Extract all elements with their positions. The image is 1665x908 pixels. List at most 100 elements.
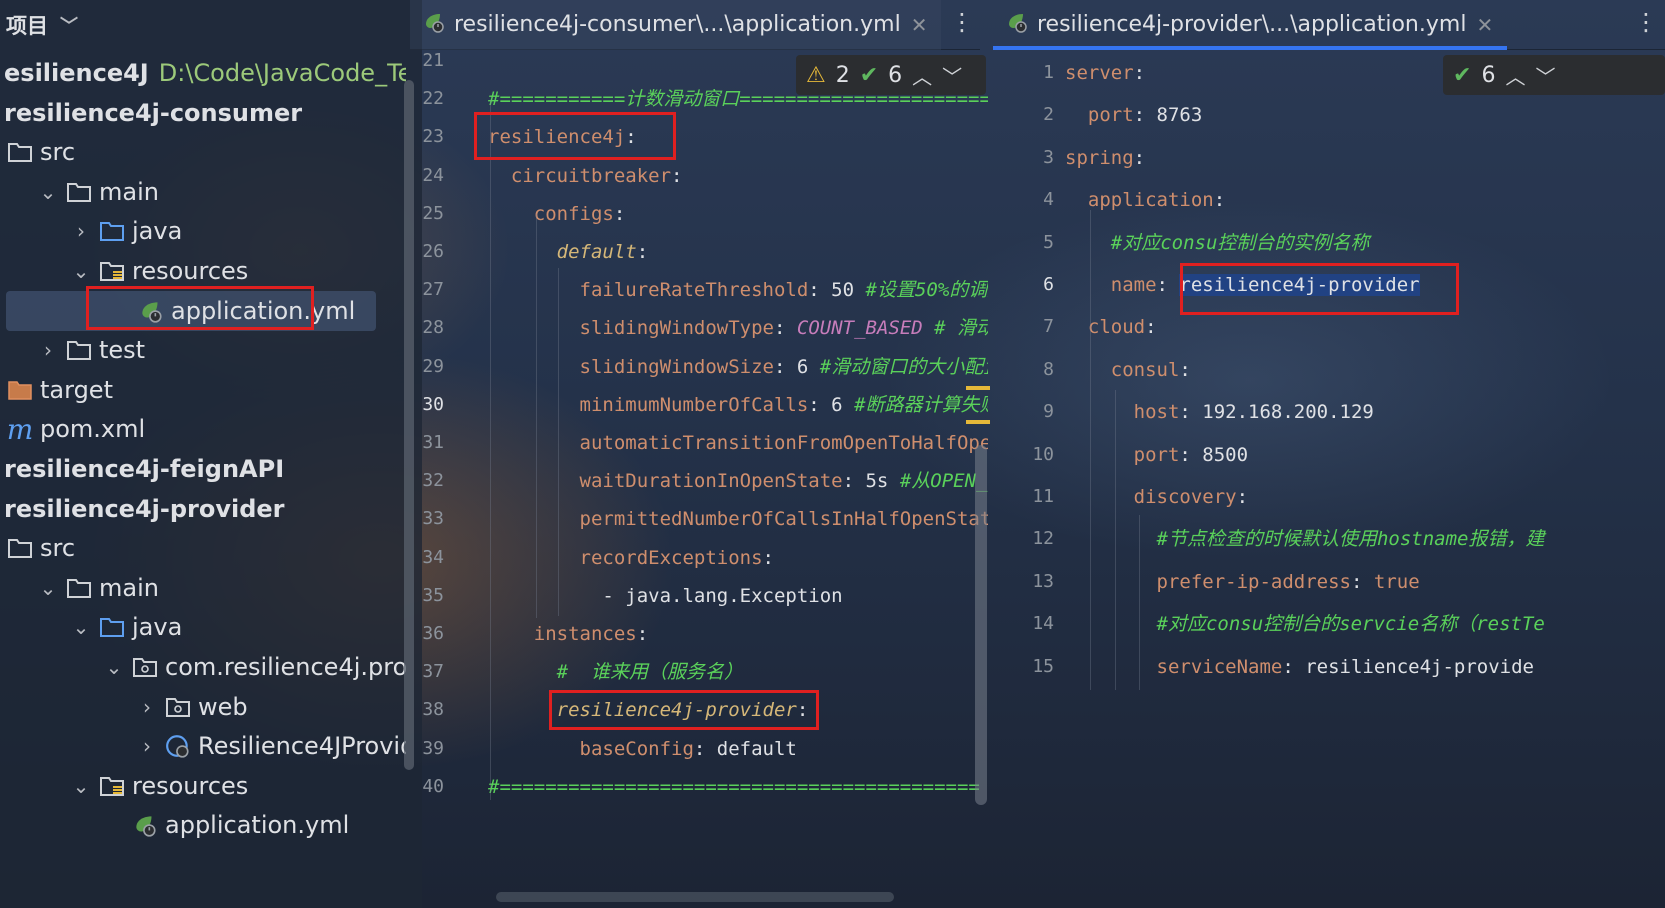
annotation-box-app-name <box>1180 263 1459 315</box>
tree-item[interactable]: › test <box>0 330 406 370</box>
code-line[interactable]: spring: <box>1065 139 1145 177</box>
code-token: : <box>636 623 649 645</box>
line-number: 23 <box>422 126 444 148</box>
tree-item[interactable]: ⌄ resources <box>0 766 406 806</box>
code-token: port <box>1065 443 1180 466</box>
code-line[interactable]: slidingWindowSize: 6 #滑动窗口的大小配置 <box>488 348 989 386</box>
tree-item[interactable]: ⌄ main <box>0 568 406 608</box>
code-token: name <box>1065 274 1157 296</box>
code-line[interactable]: server: <box>1065 54 1145 92</box>
tree-item-label: main <box>99 573 159 602</box>
warning-marker[interactable] <box>966 386 990 390</box>
indent-guide <box>490 100 491 800</box>
code-line[interactable]: automaticTransitionFromOpenToHalfOpen <box>488 424 989 462</box>
code-line[interactable]: prefer-ip-address: true <box>1065 563 1420 601</box>
code-token: slidingWindowType <box>488 317 774 340</box>
code-line[interactable]: serviceName: resilience4j-provide <box>1065 648 1535 686</box>
chevron-down-icon[interactable]: ⌄ <box>33 180 63 204</box>
tree-item[interactable]: resilience4j-consumer <box>0 93 406 133</box>
code-line[interactable]: recordExceptions: <box>488 539 775 577</box>
folder-icon <box>63 577 95 599</box>
chevron-right-icon[interactable]: › <box>132 695 162 719</box>
chevron-down-icon[interactable]: ⌄ <box>66 615 96 639</box>
more-options-icon[interactable]: ⋮ <box>1634 8 1658 36</box>
tree-item[interactable]: target <box>0 370 406 410</box>
code-line[interactable]: #对应consu控制台的servcie名称（restTe <box>1065 605 1545 643</box>
code-line[interactable]: default: <box>488 233 649 271</box>
code-line[interactable]: port: 8500 <box>1065 436 1248 474</box>
code-line[interactable]: # 谁来用（服务名） <box>488 653 743 691</box>
tree-item[interactable]: application.yml <box>0 805 406 845</box>
code-token: default <box>488 241 637 263</box>
tree-item[interactable]: resilience4j-feignAPI <box>0 449 406 489</box>
code-token: : 5s <box>842 470 900 493</box>
code-line[interactable]: consul: <box>1065 351 1191 389</box>
tree-item[interactable]: › Resilience4JProviderA <box>0 726 406 766</box>
code-line[interactable]: waitDurationInOpenState: 5s #从OPEN_ <box>488 462 988 500</box>
right-code-area[interactable]: server: port: 8763 spring: application: #… <box>1065 50 1665 908</box>
tab-provider-application-yml[interactable]: resilience4j-provider\...\application.ym… <box>993 0 1508 50</box>
line-number: 21 <box>422 50 444 71</box>
code-line[interactable]: slidingWindowType: COUNT_BASED # 滑动 <box>488 309 989 347</box>
spring-yaml-icon <box>1005 10 1029 40</box>
code-line[interactable]: circuitbreaker: <box>488 157 683 195</box>
tree-item[interactable]: m pom.xml <box>0 409 406 449</box>
chevron-right-icon[interactable]: › <box>33 338 63 362</box>
chevron-down-icon[interactable]: ⌄ <box>99 655 129 679</box>
warning-marker[interactable] <box>966 420 990 424</box>
more-options-icon[interactable]: ⋮ <box>950 8 974 36</box>
left-editor-scrollbar[interactable] <box>975 445 987 805</box>
close-icon[interactable]: ✕ <box>911 13 928 37</box>
code-line[interactable]: baseConfig: default <box>488 730 797 768</box>
code-token: port <box>1065 104 1134 127</box>
chevron-right-icon[interactable]: › <box>66 219 96 243</box>
chevron-down-icon[interactable]: ⌄ <box>66 259 96 283</box>
code-token: spring <box>1065 146 1134 169</box>
close-icon[interactable]: ✕ <box>1476 13 1493 37</box>
code-line[interactable]: failureRateThreshold: 50 #设置50%的调用 <box>488 271 989 309</box>
code-token: : <box>762 546 774 569</box>
tree-item[interactable]: resilience4j-provider <box>0 489 406 529</box>
indent-guide <box>1115 390 1116 690</box>
chevron-right-icon[interactable]: › <box>132 734 162 758</box>
left-code-area[interactable]: #===========计数滑动窗口======================… <box>488 50 988 908</box>
code-line[interactable]: #=======================================… <box>488 768 980 806</box>
code-line[interactable]: #节点检查的时候默认使用hostname报错，建 <box>1065 520 1545 558</box>
code-token: : default <box>693 737 797 760</box>
code-token: : <box>636 241 649 263</box>
tree-item[interactable]: ⌄ resources <box>0 251 406 291</box>
tree-item[interactable]: ⌄ java <box>0 607 406 647</box>
tree-item[interactable]: src <box>0 528 406 568</box>
line-number: 30 <box>422 393 444 415</box>
tree-item[interactable]: src <box>0 132 406 172</box>
tree-item[interactable]: ⌄ com.resilience4j.provic <box>0 647 406 687</box>
code-token: #对应consu控制台的实例名称 <box>1065 231 1370 254</box>
code-line[interactable]: cloud: <box>1065 308 1157 346</box>
chevron-down-icon[interactable]: ﹀ <box>60 12 78 38</box>
code-line[interactable]: port: 8763 <box>1065 96 1202 134</box>
tree-item[interactable]: › web <box>0 687 406 727</box>
project-panel-header[interactable]: 项目 ﹀ <box>0 0 422 50</box>
code-token: slidingWindowSize <box>488 355 774 378</box>
tab-consumer-application-yml[interactable]: resilience4j-consumer\...\application.ym… <box>410 0 942 50</box>
code-token: consul <box>1065 358 1180 381</box>
code-line[interactable]: host: 192.168.200.129 <box>1065 393 1374 431</box>
chevron-down-icon[interactable]: ⌄ <box>66 774 96 798</box>
code-line[interactable]: discovery: <box>1065 478 1248 516</box>
folder-icon <box>4 141 36 163</box>
module-path: D:\Code\JavaCode_Test <box>158 59 406 87</box>
code-line[interactable]: minimumNumberOfCalls: 6 #断路器计算失败 <box>488 386 989 424</box>
code-token: : <box>1145 316 1157 339</box>
tree-item[interactable]: ⌄ main <box>0 172 406 212</box>
left-horizontal-scrollbar[interactable] <box>496 892 894 902</box>
code-line[interactable]: - java.lang.Exception <box>488 577 842 615</box>
code-line[interactable]: #对应consu控制台的实例名称 <box>1065 224 1370 262</box>
tree-item[interactable]: › java <box>0 211 406 251</box>
code-line[interactable]: permittedNumberOfCallsInHalfOpenState <box>488 500 989 538</box>
tree-item-label: resilience4j-feignAPI <box>4 455 285 483</box>
chevron-down-icon[interactable]: ⌄ <box>33 576 63 600</box>
tree-item[interactable]: esilience4J D:\Code\JavaCode_Test <box>0 53 406 93</box>
code-line[interactable]: configs: <box>488 195 626 233</box>
tree-item-label: java <box>132 217 183 246</box>
code-line[interactable]: instances: <box>488 615 648 653</box>
